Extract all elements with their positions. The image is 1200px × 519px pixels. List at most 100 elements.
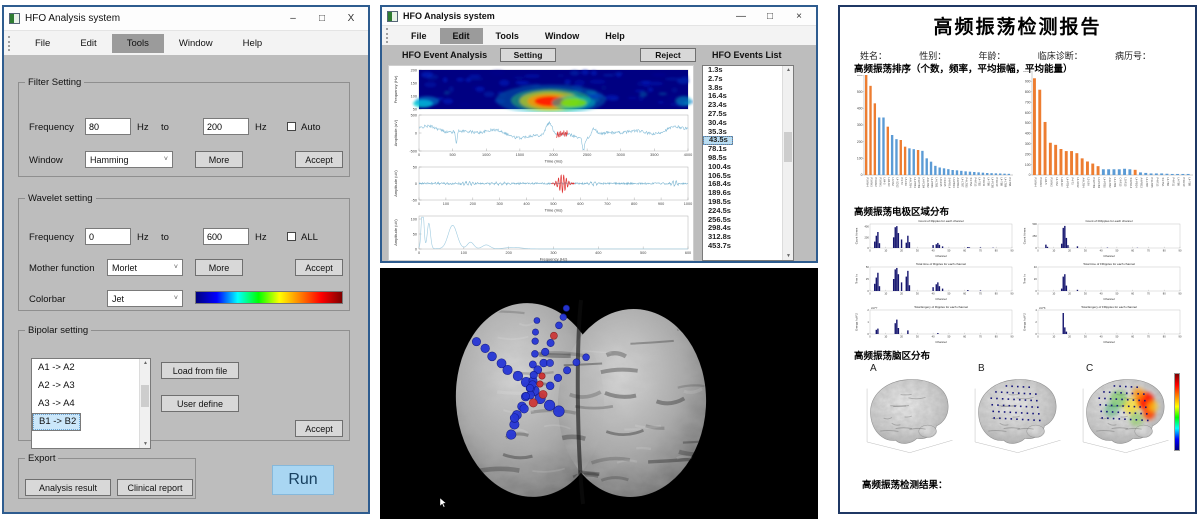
svg-text:40: 40	[932, 248, 935, 252]
maximize-button[interactable]: □	[758, 11, 782, 22]
menu-grip[interactable]	[386, 28, 390, 43]
svg-text:20: 20	[900, 291, 903, 295]
channel-item[interactable]: B1 -> B2	[32, 413, 81, 431]
minimize-button[interactable]: —	[729, 11, 753, 22]
svg-text:0: 0	[415, 131, 417, 135]
menu-item-file[interactable]: File	[20, 34, 65, 53]
menu-item-tools[interactable]: Tools	[483, 28, 532, 44]
channel-listbox[interactable]: A1 -> A2A2 -> A3A3 -> A4B1 -> B2B2 -> B3…	[31, 358, 151, 449]
minimize-button[interactable]: –	[281, 13, 305, 24]
listbox-scrollbar[interactable]: ▲ ▼	[139, 359, 150, 448]
clinical-report-button[interactable]: Clinical report	[117, 479, 193, 496]
svg-text:LH4-5: LH4-5	[1044, 178, 1048, 186]
svg-text:300: 300	[497, 202, 503, 206]
events-scrollbar[interactable]: ▲ ▼	[782, 66, 793, 260]
close-button[interactable]: X	[339, 13, 363, 24]
filter-accept-button[interactable]: Accept	[295, 151, 343, 168]
svg-text:500: 500	[1032, 222, 1037, 226]
menu-item-tools[interactable]: Tools	[112, 34, 164, 53]
svg-text:60: 60	[963, 291, 966, 295]
channel-item[interactable]: A3 -> A4	[32, 395, 150, 413]
menu-item-window[interactable]: Window	[164, 34, 228, 53]
svg-text:50: 50	[1115, 291, 1118, 295]
wavelet-more-button[interactable]: More	[195, 259, 243, 276]
mid-titlebar[interactable]: HFO Analysis system — □ ×	[382, 7, 816, 26]
svg-text:50: 50	[1115, 248, 1118, 252]
menu-item-edit[interactable]: Edit	[440, 28, 483, 44]
svg-text:Frequency (Hz): Frequency (Hz)	[540, 256, 568, 261]
scroll-down-icon[interactable]: ▼	[140, 441, 151, 447]
count-ripples-chart: Count of Ripples for each channel0200400…	[854, 217, 1016, 258]
svg-text:10: 10	[884, 334, 887, 338]
maximize-button[interactable]: □	[310, 13, 334, 24]
svg-text:L4-LTB7: L4-LTB7	[960, 178, 964, 188]
svg-text:L4-LTB7: L4-LTB7	[1145, 178, 1149, 188]
svg-text:P4-PTB3: P4-PTB3	[917, 178, 921, 189]
load-from-file-button[interactable]: Load from file	[161, 362, 239, 379]
menu-item-window[interactable]: Window	[532, 28, 592, 44]
user-define-button[interactable]: User define	[161, 395, 239, 412]
scroll-down-icon[interactable]: ▼	[783, 253, 794, 259]
svg-text:L4-PTB4: L4-PTB4	[1065, 178, 1069, 189]
scrollbar-thumb[interactable]	[784, 132, 792, 162]
scrollbar-thumb[interactable]	[141, 385, 149, 407]
window-select[interactable]: Hamming˅	[85, 151, 173, 168]
channel-item[interactable]: A2 -> A3	[32, 377, 150, 395]
svg-text:A4-PB13: A4-PB13	[956, 178, 960, 189]
run-button[interactable]: Run	[272, 465, 334, 495]
svg-text:L4-TB9: L4-TB9	[1177, 178, 1181, 187]
svg-text:-50: -50	[412, 198, 418, 202]
svg-text:P4-R11: P4-R11	[982, 178, 986, 187]
svg-text:Channel: Channel	[935, 297, 947, 301]
svg-text:L4-LTB3: L4-LTB3	[934, 178, 938, 188]
analysis-result-button[interactable]: Analysis result	[25, 479, 111, 496]
svg-text:300: 300	[857, 123, 863, 127]
events-list-label: HFO Events List	[712, 50, 782, 60]
menu-grip[interactable]	[8, 36, 12, 51]
event-item[interactable]: 43.5s	[703, 136, 733, 145]
menu-item-edit[interactable]: Edit	[65, 34, 111, 53]
close-button[interactable]: ×	[787, 11, 811, 22]
chevron-down-icon: ˅	[174, 264, 178, 271]
svg-text:P4-R10: P4-R10	[1182, 178, 1186, 187]
svg-text:500: 500	[449, 153, 455, 157]
svg-text:0: 0	[1029, 173, 1031, 177]
svg-text:20: 20	[1068, 334, 1071, 338]
all-checkbox[interactable]	[287, 232, 296, 241]
svg-text:2: 2	[867, 308, 869, 312]
channel-item[interactable]: A1 -> A2	[32, 359, 150, 377]
bipolar-accept-button[interactable]: Accept	[295, 420, 343, 437]
wavelet-accept-button[interactable]: Accept	[295, 259, 343, 276]
svg-text:A4-LTB4: A4-LTB4	[1081, 178, 1085, 189]
svg-text:90: 90	[1011, 248, 1014, 252]
reject-button[interactable]: Reject	[640, 48, 696, 62]
setting-button[interactable]: Setting	[500, 48, 556, 62]
export-legend: Export	[25, 453, 58, 464]
svg-text:L4-TB2: L4-TB2	[1166, 178, 1170, 187]
brain-3d-view[interactable]	[380, 268, 818, 519]
menu-item-help[interactable]: Help	[592, 28, 638, 44]
left-titlebar[interactable]: HFO Analysis system – □ X	[4, 7, 368, 31]
svg-text:Channel: Channel	[1103, 340, 1115, 344]
svg-text:500: 500	[1025, 121, 1031, 125]
wavelet-from-input[interactable]	[85, 228, 131, 245]
event-analysis-label: HFO Event Analysis	[402, 50, 487, 60]
svg-text:L5-L9A: L5-L9A	[1087, 178, 1091, 187]
event-item[interactable]: 453.7s	[703, 242, 793, 251]
filter-from-input[interactable]	[85, 118, 131, 135]
colorbar-select[interactable]: Jet˅	[107, 290, 183, 307]
filter-to-input[interactable]	[203, 118, 249, 135]
svg-text:500: 500	[857, 90, 863, 94]
mother-function-select[interactable]: Morlet˅	[107, 259, 183, 276]
svg-text:C4-R15: C4-R15	[1118, 178, 1122, 187]
auto-checkbox[interactable]	[287, 122, 296, 131]
svg-text:L4-PB14: L4-PB14	[952, 178, 956, 189]
menu-item-help[interactable]: Help	[228, 34, 278, 53]
scroll-up-icon[interactable]: ▲	[783, 67, 794, 73]
filter-more-button[interactable]: More	[195, 151, 243, 168]
wavelet-to-input[interactable]	[203, 228, 249, 245]
svg-text:P3-RH4: P3-RH4	[1034, 178, 1038, 188]
menu-item-file[interactable]: File	[398, 28, 440, 44]
events-listbox[interactable]: 1.3s2.7s3.8s16.4s23.4s27.5s30.4s35.3s43.…	[702, 65, 794, 261]
scroll-up-icon[interactable]: ▲	[140, 360, 151, 366]
